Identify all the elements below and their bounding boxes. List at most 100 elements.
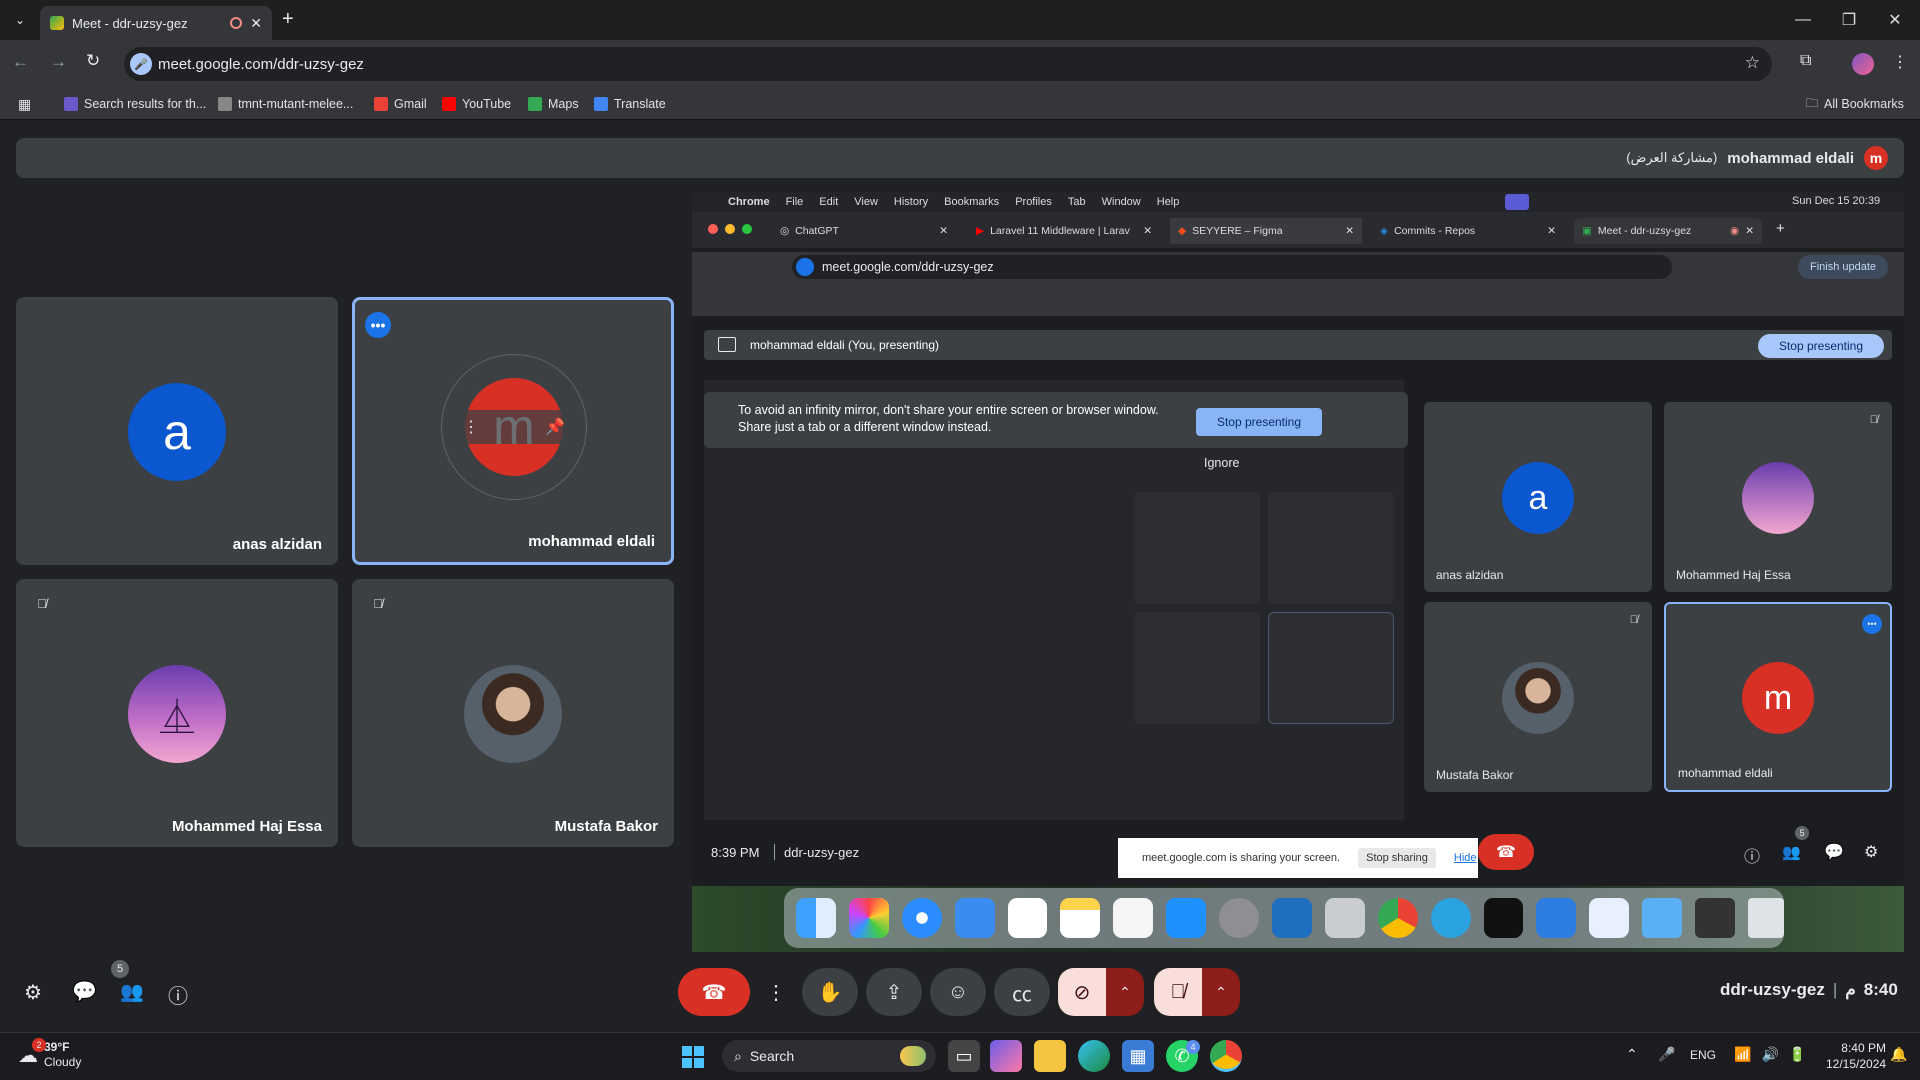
meeting-time-suffix: م: [1845, 980, 1856, 999]
chrome-taskbar-icon[interactable]: [1210, 1040, 1242, 1072]
people-button[interactable]: 👥: [120, 980, 144, 1004]
chrome-menu-button[interactable]: ⋮: [1892, 52, 1908, 72]
taskbar-search[interactable]: ⌕ Search: [722, 1040, 936, 1072]
bookmark-item[interactable]: Gmail: [374, 92, 427, 116]
shared-tab-title: Meet - ddr-uzsy-gez: [1597, 225, 1692, 237]
apps-icon[interactable]: ▦: [18, 92, 31, 116]
address-bar[interactable]: 🎤 meet.google.com/ddr-uzsy-gez ☆: [124, 47, 1772, 81]
mac-menu-bar: Chrome File Edit View History Bookmarks …: [692, 192, 1904, 212]
participant-tile-anas[interactable]: a anas alzidan: [16, 297, 338, 565]
shared-tab: ▶ Laravel 11 Middleware | Larav ✕: [968, 218, 1160, 244]
shared-new-tab-icon: +: [1776, 220, 1785, 237]
forward-button[interactable]: →: [50, 52, 67, 72]
camera-options-button[interactable]: ⌃: [1106, 968, 1144, 1016]
finish-update-button: Finish update: [1798, 255, 1888, 279]
meeting-code: ddr-uzsy-gez: [1720, 980, 1825, 999]
back-button[interactable]: ←: [12, 52, 29, 72]
windows-start-icon[interactable]: [682, 1046, 704, 1068]
wifi-icon: 📶: [1734, 1046, 1752, 1062]
task-view-icon[interactable]: ▭: [948, 1040, 980, 1072]
finder-icon: [796, 898, 836, 938]
more-options-button[interactable]: ⋮: [758, 968, 794, 1016]
all-bookmarks[interactable]: 🗀 All Bookmarks: [1806, 92, 1904, 116]
bookmark-item[interactable]: Translate: [594, 92, 666, 116]
new-tab-button[interactable]: +: [282, 8, 294, 31]
reminders-icon: [1007, 898, 1048, 938]
mic-off-button[interactable]: 🎙̸: [1154, 968, 1202, 1016]
tab-meet[interactable]: Meet - ddr-uzsy-gez ✕: [40, 6, 272, 40]
edge-icon[interactable]: [1078, 1040, 1110, 1072]
avatar-photo-eiffel: ⏅: [128, 665, 226, 763]
language-indicator[interactable]: ENG: [1690, 1048, 1716, 1062]
avatar: m: [1864, 146, 1888, 170]
tile-hover-controls[interactable]: ⋮ 📌: [451, 410, 577, 444]
reload-button[interactable]: ↻: [86, 51, 100, 71]
file-explorer-icon[interactable]: [1034, 1040, 1066, 1072]
tab-search-button[interactable]: ⌄: [8, 8, 32, 32]
minimize-button[interactable]: —: [1780, 0, 1826, 40]
bookmark-item[interactable]: tmnt-mutant-melee...: [218, 92, 353, 116]
mic-off-icon: 🎙̸: [1869, 414, 1878, 426]
copilot-icon[interactable]: [990, 1040, 1022, 1072]
screenshot-thumb-icon: [1695, 898, 1736, 938]
weather-desc: Cloudy: [44, 1055, 82, 1069]
bookmark-item[interactable]: Maps: [528, 92, 579, 116]
close-tab-icon: ✕: [1745, 225, 1754, 237]
close-tab-icon[interactable]: ✕: [250, 15, 262, 32]
participant-tile-mohammad[interactable]: ••• m ⋮ 📌 mohammad eldali: [352, 297, 674, 565]
bookmark-item[interactable]: YouTube: [442, 92, 511, 116]
site-info-mic-icon[interactable]: 🎤: [130, 53, 152, 75]
chat-button[interactable]: 💬: [72, 979, 97, 1004]
shared-tile: ••• m mohammad eldali: [1664, 602, 1892, 792]
pin-icon[interactable]: 📌: [545, 417, 565, 437]
more-options-icon[interactable]: •••: [365, 312, 391, 338]
present-button[interactable]: ⇪: [866, 968, 922, 1016]
close-window-button[interactable]: ✕: [1872, 0, 1918, 40]
tray-overflow-icon[interactable]: ⌃: [1626, 1046, 1638, 1063]
tray-mic-icon[interactable]: 🎤: [1658, 1046, 1675, 1063]
profile-avatar[interactable]: [1852, 53, 1874, 75]
telegram-icon: [1430, 898, 1471, 938]
mic-options-button[interactable]: ⌃: [1202, 968, 1240, 1016]
clock[interactable]: 8:40 PM 12/15/2024: [1826, 1040, 1886, 1072]
meeting-info-button[interactable]: ⓘ: [168, 980, 188, 1009]
extensions-icon[interactable]: ⧉: [1800, 52, 1811, 70]
tray-status-icons[interactable]: 📶 🔊 🔋: [1734, 1046, 1806, 1063]
participant-tile-haj-essa[interactable]: 🎙̸ ⏅ Mohammed Haj Essa: [16, 579, 338, 847]
launchpad-icon: [848, 898, 889, 938]
clock-time: 8:40 PM: [1841, 1041, 1886, 1055]
ms-store-icon[interactable]: ▦: [1122, 1040, 1154, 1072]
mirror-tile: [1268, 612, 1394, 724]
folder-icon: [1642, 898, 1683, 938]
weather-widget[interactable]: ☁ 2 39°F Cloudy: [18, 1038, 82, 1070]
recording-icon: [230, 17, 243, 29]
participant-tile-mustafa[interactable]: 🎙̸ Mustafa Bakor: [352, 579, 674, 847]
close-dot-icon: [708, 224, 718, 234]
activities-button[interactable]: ⚙: [24, 980, 42, 1005]
youtube-icon: [442, 97, 456, 111]
participant-name: Mustafa Bakor: [554, 818, 658, 835]
vscode-icon: [1272, 898, 1312, 938]
presenting-bar: mohammad eldali (You, presenting): [704, 330, 1892, 360]
tab-title: Meet - ddr-uzsy-gez: [72, 15, 188, 31]
shared-tile: a anas alzidan: [1424, 402, 1652, 592]
banner-sharing-label: (مشاركة العرض): [1626, 150, 1718, 165]
mac-menu-item: Help: [1156, 196, 1180, 208]
raise-hand-button[interactable]: ✋: [802, 968, 858, 1016]
restore-button[interactable]: ❐: [1826, 0, 1872, 40]
notifications-icon[interactable]: 🔔: [1890, 1046, 1907, 1063]
volume-icon: 🔊: [1761, 1046, 1779, 1062]
more-vert-icon[interactable]: ⋮: [463, 417, 479, 437]
camera-off-button[interactable]: ⊘: [1058, 968, 1106, 1016]
meet-favicon-icon: [50, 16, 64, 30]
weather-temp: 39°F: [44, 1040, 70, 1054]
bookmark-star-icon[interactable]: ☆: [1745, 53, 1760, 73]
mac-menu-item: Profiles: [1015, 196, 1052, 208]
captions-button[interactable]: ㏄: [994, 968, 1050, 1016]
shared-tab: ◎ ChatGPT ✕: [772, 218, 956, 244]
bookmark-label: tmnt-mutant-melee...: [238, 97, 354, 111]
leave-call-button[interactable]: ☎: [678, 968, 750, 1016]
bookmark-item[interactable]: Search results for th...: [64, 92, 206, 116]
stop-sharing-button: Stop sharing: [1358, 848, 1436, 868]
reactions-button[interactable]: ☺: [930, 968, 986, 1016]
